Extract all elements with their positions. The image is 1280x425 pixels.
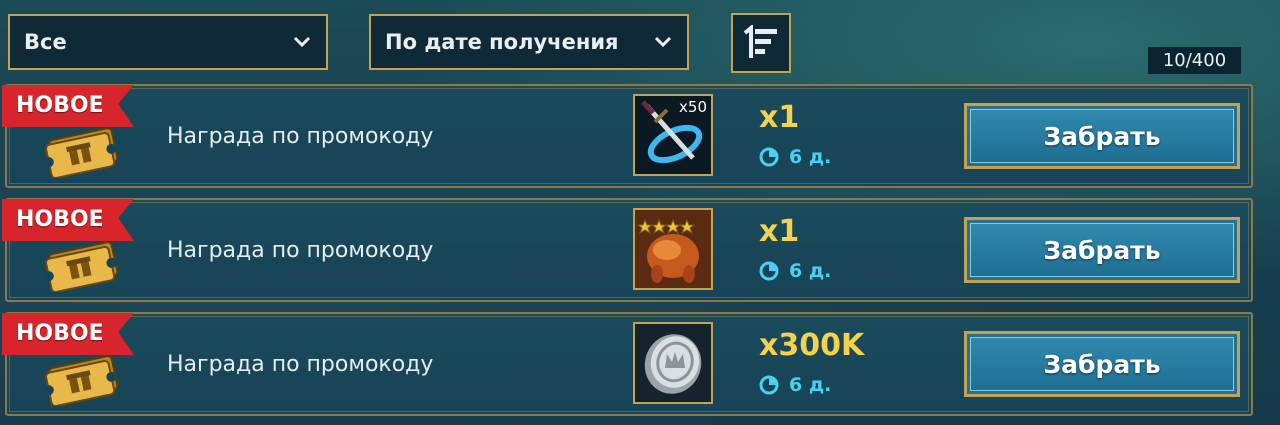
reward-item-slot[interactable]: x50 bbox=[633, 94, 713, 176]
reward-row: НОВОЕ Награда по промокоду x50 x1 6 д. З… bbox=[2, 84, 1253, 188]
clock-icon bbox=[759, 261, 779, 281]
chicken-item-icon bbox=[636, 218, 699, 283]
expiry-timer: 6 д. bbox=[759, 374, 831, 396]
reward-title: Награда по промокоду bbox=[167, 352, 434, 377]
sort-dropdown-value: По дате получения bbox=[385, 30, 619, 54]
claim-button[interactable]: Забрать bbox=[964, 217, 1240, 283]
category-dropdown[interactable]: Все bbox=[8, 14, 328, 70]
new-badge: НОВОЕ bbox=[2, 313, 134, 355]
gift-ticket-icon bbox=[43, 241, 119, 292]
gift-ticket-icon bbox=[43, 355, 119, 406]
chevron-down-icon bbox=[293, 36, 311, 48]
reward-quantity: x1 bbox=[759, 214, 800, 249]
reward-row: НОВОЕ Награда по промокоду x300K 6 д. За… bbox=[2, 312, 1253, 416]
clock-icon bbox=[759, 147, 779, 167]
expiry-timer: 6 д. bbox=[759, 260, 831, 282]
sort-order-button[interactable] bbox=[731, 13, 791, 73]
new-badge: НОВОЕ bbox=[2, 85, 134, 127]
item-multiplier: x50 bbox=[679, 98, 707, 116]
sort-dropdown[interactable]: По дате получения bbox=[369, 14, 689, 70]
reward-item-slot[interactable] bbox=[633, 322, 713, 404]
expiry-timer: 6 д. bbox=[759, 146, 831, 168]
time-left: 6 д. bbox=[789, 146, 832, 168]
clock-icon bbox=[759, 375, 779, 395]
reward-item-slot[interactable] bbox=[633, 208, 713, 290]
silver-coin-icon bbox=[644, 334, 702, 394]
sort-order-icon bbox=[743, 25, 777, 58]
chevron-down-icon bbox=[654, 36, 672, 48]
gift-ticket-icon bbox=[43, 127, 119, 178]
reward-row: НОВОЕ Награда по промокоду x1 6 д. Забра… bbox=[2, 198, 1253, 302]
time-left: 6 д. bbox=[789, 374, 832, 396]
time-left: 6 д. bbox=[789, 260, 832, 282]
reward-quantity: x1 bbox=[759, 100, 800, 135]
category-dropdown-value: Все bbox=[24, 30, 67, 54]
items-counter: 10/400 bbox=[1148, 47, 1241, 74]
reward-title: Награда по промокоду bbox=[167, 124, 434, 149]
new-badge: НОВОЕ bbox=[2, 199, 134, 241]
reward-title: Награда по промокоду bbox=[167, 238, 434, 263]
reward-quantity: x300K bbox=[759, 328, 865, 363]
claim-button[interactable]: Забрать bbox=[964, 103, 1240, 169]
claim-button[interactable]: Забрать bbox=[964, 331, 1240, 397]
